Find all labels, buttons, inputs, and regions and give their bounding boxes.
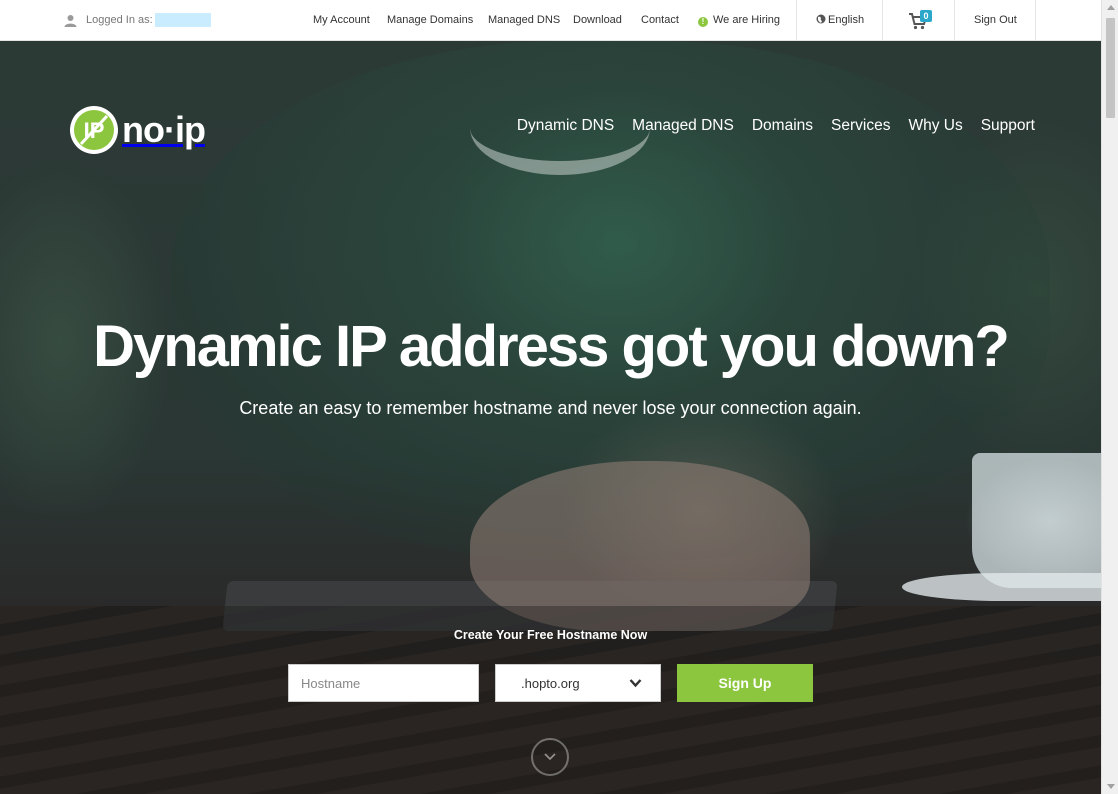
language-label: English — [828, 14, 865, 26]
user-icon — [64, 14, 77, 27]
cart-count-badge: 0 — [920, 10, 932, 22]
alert-icon: ! — [698, 17, 708, 27]
hero-background-saucer — [902, 573, 1101, 601]
hero-section: IP no·ip Dynamic DNS Managed DNS Domains… — [0, 41, 1101, 794]
nav-why-us[interactable]: Why Us — [908, 117, 962, 135]
chevron-down-icon — [544, 753, 556, 761]
hero-subheadline: Create an easy to remember hostname and … — [239, 398, 862, 418]
domain-select[interactable]: .hopto.org — [495, 664, 661, 702]
nav-dynamic-dns[interactable]: Dynamic DNS — [517, 117, 614, 135]
nav-support[interactable]: Support — [981, 117, 1035, 135]
logo-wordmark: no·ip — [122, 109, 206, 150]
logged-in-indicator: Logged In as: — [64, 13, 211, 27]
managed-dns-link[interactable]: Managed DNS — [488, 14, 560, 26]
top-utility-bar: Logged In as: My Account Manage Domains … — [0, 0, 1101, 41]
scroll-up-arrow-icon[interactable] — [1107, 5, 1115, 10]
username-redacted — [154, 13, 211, 27]
language-selector[interactable]: English — [816, 14, 864, 26]
divider — [954, 0, 955, 40]
hostname-form-label: Create Your Free Hostname Now — [453, 628, 648, 642]
hiring-link[interactable]: ! We are Hiring — [698, 14, 780, 27]
divider — [882, 0, 883, 40]
nav-managed-dns[interactable]: Managed DNS — [632, 117, 734, 135]
contact-link[interactable]: Contact — [641, 14, 679, 26]
hero-background-cup — [972, 453, 1101, 588]
download-link[interactable]: Download — [573, 14, 622, 26]
logged-in-label: Logged In as: — [86, 14, 153, 26]
main-nav: Dynamic DNS Managed DNS Domains Services… — [499, 117, 1035, 135]
hero-headline: Dynamic IP address got you down? — [93, 314, 1010, 379]
nav-services[interactable]: Services — [831, 117, 890, 135]
scrollbar-thumb[interactable] — [1106, 18, 1115, 118]
domain-selected-value: .hopto.org — [521, 675, 580, 691]
divider — [796, 0, 797, 40]
noip-logo[interactable]: IP no·ip — [69, 104, 206, 156]
ip-logo-icon: IP — [70, 106, 118, 154]
chevron-down-icon — [629, 679, 642, 688]
globe-icon — [816, 14, 826, 24]
sign-up-button[interactable]: Sign Up — [677, 664, 813, 702]
page-scrollbar[interactable] — [1101, 0, 1118, 794]
hostname-input[interactable] — [288, 664, 479, 702]
manage-domains-link[interactable]: Manage Domains — [387, 14, 473, 26]
sign-out-link[interactable]: Sign Out — [974, 14, 1017, 26]
divider — [1035, 0, 1036, 40]
my-account-link[interactable]: My Account — [313, 14, 370, 26]
scroll-down-button[interactable] — [531, 738, 569, 776]
scroll-down-arrow-icon[interactable] — [1107, 784, 1115, 789]
nav-domains[interactable]: Domains — [752, 117, 813, 135]
hiring-label: We are Hiring — [713, 14, 781, 26]
